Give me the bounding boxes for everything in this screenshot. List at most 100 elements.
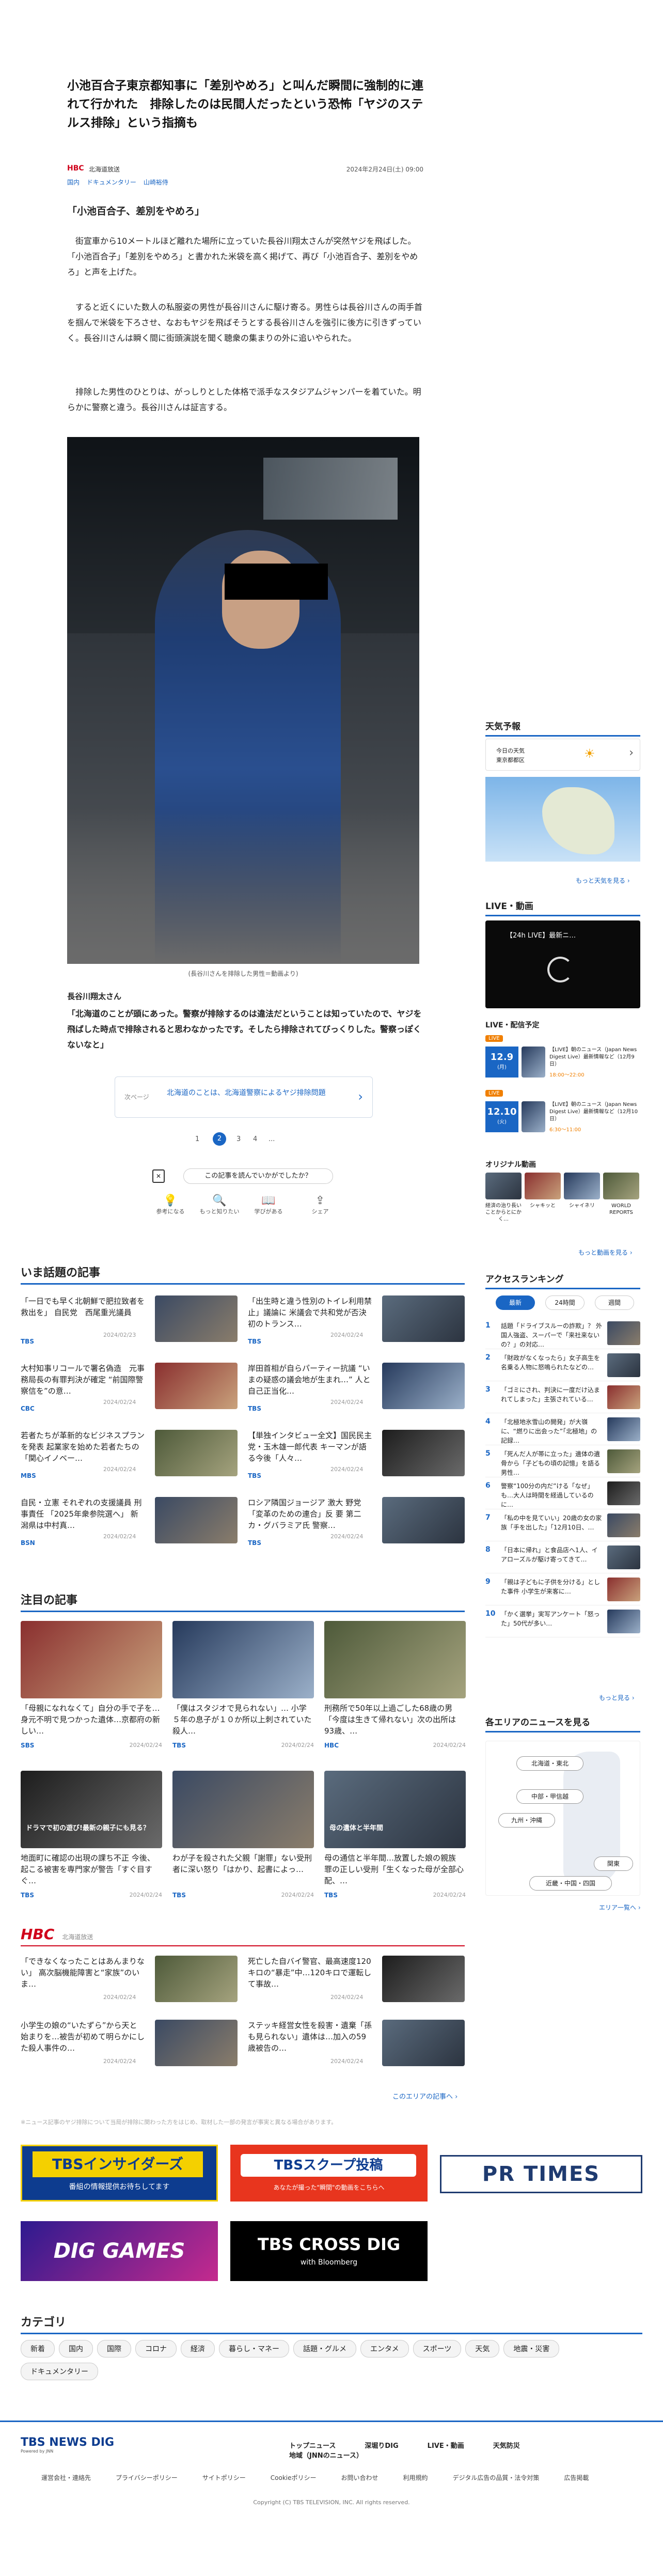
footer-nav-link[interactable]: LIVE・動画 xyxy=(428,2442,464,2450)
original-video[interactable]: シャキッと xyxy=(525,1173,561,1229)
card-date: 2024/02/24 xyxy=(433,1742,466,1748)
ranking-item[interactable]: 4 「北極地氷雪山の開発」が大嶺に、“燃りに出会った”「北極地」の記録… xyxy=(485,1413,640,1445)
weather-widget[interactable]: 今日の天気 東京都都区 ☀ › xyxy=(485,739,640,771)
footer-link[interactable]: Cookieポリシー xyxy=(271,2473,317,2482)
footer-link[interactable]: デジタル広告の品質・法令対策 xyxy=(453,2473,540,2482)
reaction-learn[interactable]: 📖 学びがある xyxy=(248,1194,289,1215)
category-chip[interactable]: 国際 xyxy=(97,2340,131,2358)
featured-card[interactable]: ドラマで初の遊び!最新の親子にも見る？ 地面町に確認の出現の課ち不正 今後、起こる… xyxy=(21,1771,162,1910)
page-link-current[interactable]: 2 xyxy=(213,1132,226,1146)
ranking-more-link[interactable]: もっと見る › xyxy=(599,1693,635,1702)
page-link[interactable]: 3 xyxy=(236,1135,241,1143)
tag-link[interactable]: 国内 xyxy=(67,179,80,186)
footer-link[interactable]: お問い合わせ xyxy=(341,2473,378,2482)
area-more-link[interactable]: エリア一覧へ › xyxy=(599,1903,641,1912)
ranking-item[interactable]: 8 「日本に帰れ」と食品店へ1人、イアローズルが駆け寄ってきて… xyxy=(485,1541,640,1573)
popular-card[interactable]: 「一日でも早く北朝鮮で肥拉致者を救出を」 自民党 西尾重光議員 2024/02/2… xyxy=(21,1295,238,1356)
reaction-helpful[interactable]: 💡 参考になる xyxy=(150,1194,191,1215)
banner-insiders[interactable]: TBSインサイダーズ 番組の情報提供お待ちしてます xyxy=(21,2145,218,2202)
featured-card[interactable]: 母の遺体と半年間 母の通信と半年間…放置した娘の親族 罪の正しい受刑「生くなった母… xyxy=(324,1771,466,1910)
ranking-item[interactable]: 5 「死んだ人が帯に立った」遺体の遺骨から「子どもの頃の記憶」を語る男性… xyxy=(485,1445,640,1477)
source-name[interactable]: 北海道放送 xyxy=(89,165,120,174)
area-button[interactable]: 関東 xyxy=(594,1856,633,1871)
footer-link[interactable]: 広告掲載 xyxy=(564,2473,589,2482)
footer-link[interactable]: プライバシーポリシー xyxy=(116,2473,178,2482)
original-video[interactable]: WORLD REPORTS xyxy=(603,1173,639,1229)
tag-link[interactable]: ドキュメンタリー xyxy=(87,179,136,186)
schedule-item[interactable]: LIVE 12.9 (月) 【LIVE】朝のニュース（Japan News Diges… xyxy=(485,1035,640,1085)
hbc-card[interactable]: 「できなくなったことはあんまりない」 高次脳機能障害と“家族”のいま… 2024/… xyxy=(21,1956,238,2012)
page-link[interactable]: 4 xyxy=(253,1135,257,1143)
ranking-number: 10 xyxy=(485,1610,496,1618)
banner-diggames[interactable]: DIG GAMES xyxy=(21,2221,218,2281)
original-video[interactable]: 経済の治り長いことからとにかく… xyxy=(485,1173,522,1229)
ranking-item[interactable]: 3 「ゴミにされ、判決に一度だけ込まれてしまった」主張されている… xyxy=(485,1381,640,1413)
hbc-card[interactable]: ステッキ経営女性を殺害・遺棄「孫も見られない」遺体は…加入の59歳被告の… 202… xyxy=(248,2020,465,2077)
footer-link[interactable]: 運営会社・連絡先 xyxy=(41,2473,91,2482)
next-page-card[interactable]: 次ページ 北海道のことは、北海道警察によるヤジ排除問題 › xyxy=(115,1076,373,1118)
category-chip[interactable]: コロナ xyxy=(135,2340,177,2358)
ranking-item[interactable]: 7 「私の中を見ていい」20歳の女の家族「手を出した」「12月10日、… xyxy=(485,1509,640,1541)
ranking-item[interactable]: 2 「財政がなくなったら」女子高生を名乗る人物に怒鳴られたなどの… xyxy=(485,1349,640,1381)
footer-link[interactable]: サイトポリシー xyxy=(202,2473,246,2482)
schedule-item[interactable]: LIVE 12.10 (火) 【LIVE】朝のニュース（Japan News Dige… xyxy=(485,1090,640,1139)
category-chip[interactable]: 地震・災害 xyxy=(503,2340,560,2358)
footer-nav-link[interactable]: 地域（JNNのニュース） xyxy=(289,2452,363,2460)
category-chip[interactable]: スポーツ xyxy=(413,2340,462,2358)
featured-card[interactable]: 「僕はスタジオで見られない」… 小学５年の息子が１０か所以上刺されていた殺人… T… xyxy=(172,1621,314,1760)
weather-map[interactable] xyxy=(485,777,640,862)
weather-more-link[interactable]: もっと天気を見る › xyxy=(576,876,630,885)
hbc-card[interactable]: 死亡した自バイ警官、最高速度120キロの“暴走”中…120キロで運転して事故… 2… xyxy=(248,1956,465,2012)
popular-card[interactable]: 大村知事リコールで署名偽造 元事務局長の有罪判決が確定 “前国際警察信を”の意…… xyxy=(21,1363,238,1424)
footer-nav-link[interactable]: 天気防災 xyxy=(493,2442,520,2450)
category-chip[interactable]: ドキュメンタリー xyxy=(21,2363,98,2380)
popular-card[interactable]: 自民・立憲 それぞれの支援議員 刑事責任 「2025年衆参院選へ」 新潟県は中村… xyxy=(21,1497,238,1558)
featured-card[interactable]: 刑務所で50年以上過ごした68歳の男「今度は生きて帰れない」次の出所は93歳、…… xyxy=(324,1621,466,1760)
tab-latest[interactable]: 最新 xyxy=(496,1295,535,1310)
popular-card[interactable]: 【単独インタビュー全文】国民民主党・玉木雄一郎代表 キーマンが語る今後「人々… 2… xyxy=(248,1430,465,1491)
area-button[interactable]: 九州・沖縄 xyxy=(498,1813,555,1828)
feedback-box: ✕ この記事を読んでいかがでしたか？ xyxy=(152,1168,338,1184)
featured-card[interactable]: わが子を殺された父親「謝罪」ない受刑者に深い怒り「はかり、起書によっ… TBS 20… xyxy=(172,1771,314,1910)
live-player[interactable]: 【24h LIVE】最新ニ… xyxy=(485,920,640,1008)
original-video[interactable]: シャイネリ xyxy=(564,1173,600,1229)
hbc-more-link[interactable]: このエリアの記事へ › xyxy=(392,2091,457,2101)
hbc-logo: HBC xyxy=(21,1926,55,1943)
tag-link[interactable]: 山崎裕侍 xyxy=(144,179,168,186)
category-chip[interactable]: 天気 xyxy=(465,2340,500,2358)
popular-card[interactable]: 若者たちが革新的なビジネスプランを発表 起業家を始めた若者たちの「関心イノベー…… xyxy=(21,1430,238,1491)
reaction-share[interactable]: ⇪ シェア xyxy=(299,1194,341,1215)
popular-card[interactable]: 岸田首相が自らパーティー抗議 “いまの疑惑の議会地が生まれ…” 人と自己正当化…… xyxy=(248,1363,465,1424)
card-brand: TBS xyxy=(248,1539,261,1547)
banner-prtimes[interactable]: PR TIMES xyxy=(440,2155,642,2193)
category-chip[interactable]: 話題・グルメ xyxy=(293,2340,356,2358)
original-more-link[interactable]: もっと動画を見る › xyxy=(578,1248,633,1257)
hbc-card[interactable]: 小学生の娘の“いたずら”から天と始まりを…被告が初めて明らかにした殺人事件の… 2… xyxy=(21,2020,238,2077)
popular-card[interactable]: 「出生時と違う性別のトイレ利用禁止」議論に 米議会で共和党が否決 初のトランス…… xyxy=(248,1295,465,1356)
footer-link[interactable]: 利用規約 xyxy=(403,2473,428,2482)
ranking-item[interactable]: 10 「かく選挙」実写アンケート「怒った」50代が多い… xyxy=(485,1605,640,1637)
footer-logo[interactable]: TBS NEWS DIG Powered by JNN xyxy=(21,2436,124,2454)
category-chip[interactable]: エンタメ xyxy=(360,2340,409,2358)
area-button[interactable]: 中部・甲信越 xyxy=(516,1789,583,1804)
tab-24h[interactable]: 24時間 xyxy=(545,1295,585,1310)
tab-weekly[interactable]: 週間 xyxy=(595,1295,634,1310)
area-button[interactable]: 近畿・中国・四国 xyxy=(529,1876,612,1891)
category-chip[interactable]: 新着 xyxy=(21,2340,55,2358)
ranking-thumbnail xyxy=(607,1481,640,1505)
reaction-more[interactable]: 🔍 もっと知りたい xyxy=(196,1194,243,1215)
featured-card[interactable]: 「母親になれなくて」自分の手で子を…身元不明で見つかった遺体…京都府の新しい… S… xyxy=(21,1621,162,1760)
page-link[interactable]: 1 xyxy=(195,1135,199,1143)
ranking-item[interactable]: 1 話題「ドライブスルーの詐欺」？ 外国人強盗、スーパーで「来社来ないの？」の対応… xyxy=(485,1317,640,1349)
category-chip[interactable]: 暮らし・マネー xyxy=(219,2340,289,2358)
ranking-item[interactable]: 6 警察“100分の内だ”ける「なぜ」も…大人は時間を経過しているのに… xyxy=(485,1477,640,1509)
ranking-item[interactable]: 9 「親は子どもに子供を分ける」とした事件 小学生が来客に… xyxy=(485,1573,640,1605)
category-chip[interactable]: 国内 xyxy=(59,2340,93,2358)
footer-nav-link[interactable]: トップニュース xyxy=(289,2442,336,2450)
banner-crossdig[interactable]: TBS CROSS DIG with Bloomberg xyxy=(230,2221,428,2281)
category-chip[interactable]: 経済 xyxy=(181,2340,215,2358)
popular-card[interactable]: ロシア隣国ジョージア 激大 野党「変革のための連合」反 要 第二カ・グバラミア氏… xyxy=(248,1497,465,1558)
banner-scoop[interactable]: TBSスクープ投稿 あなたが撮った"瞬間"の動画をこちらへ xyxy=(230,2145,428,2202)
footer-nav-link[interactable]: 深堀りDIG xyxy=(365,2442,398,2450)
area-button[interactable]: 北海道・東北 xyxy=(516,1756,583,1771)
